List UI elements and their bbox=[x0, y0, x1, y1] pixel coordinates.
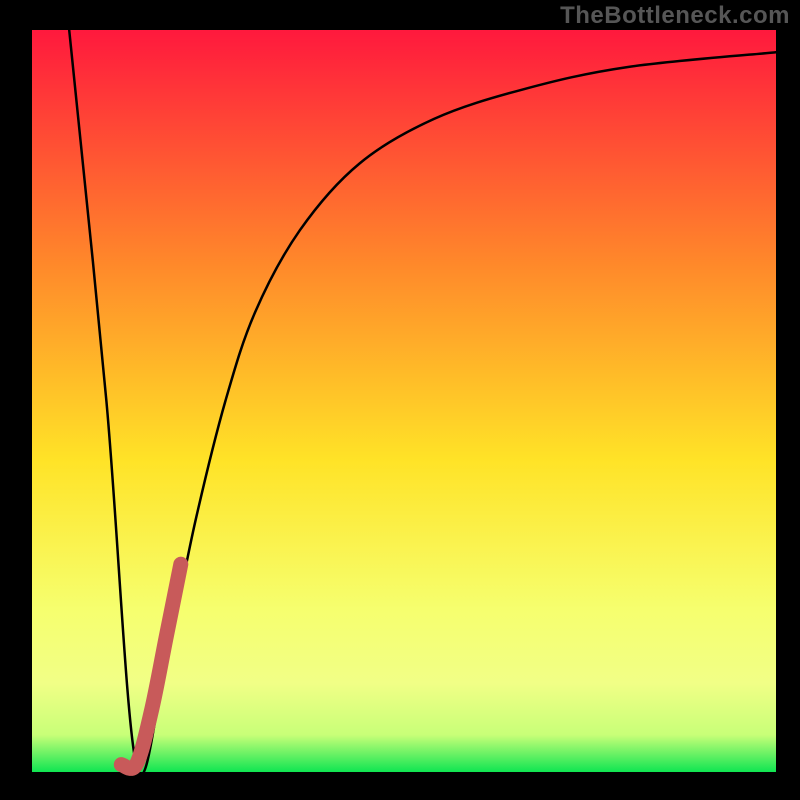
bottleneck-plot bbox=[0, 0, 800, 800]
plot-background bbox=[32, 30, 776, 772]
watermark-text: TheBottleneck.com bbox=[560, 2, 790, 30]
chart-frame: TheBottleneck.com bbox=[0, 0, 800, 800]
